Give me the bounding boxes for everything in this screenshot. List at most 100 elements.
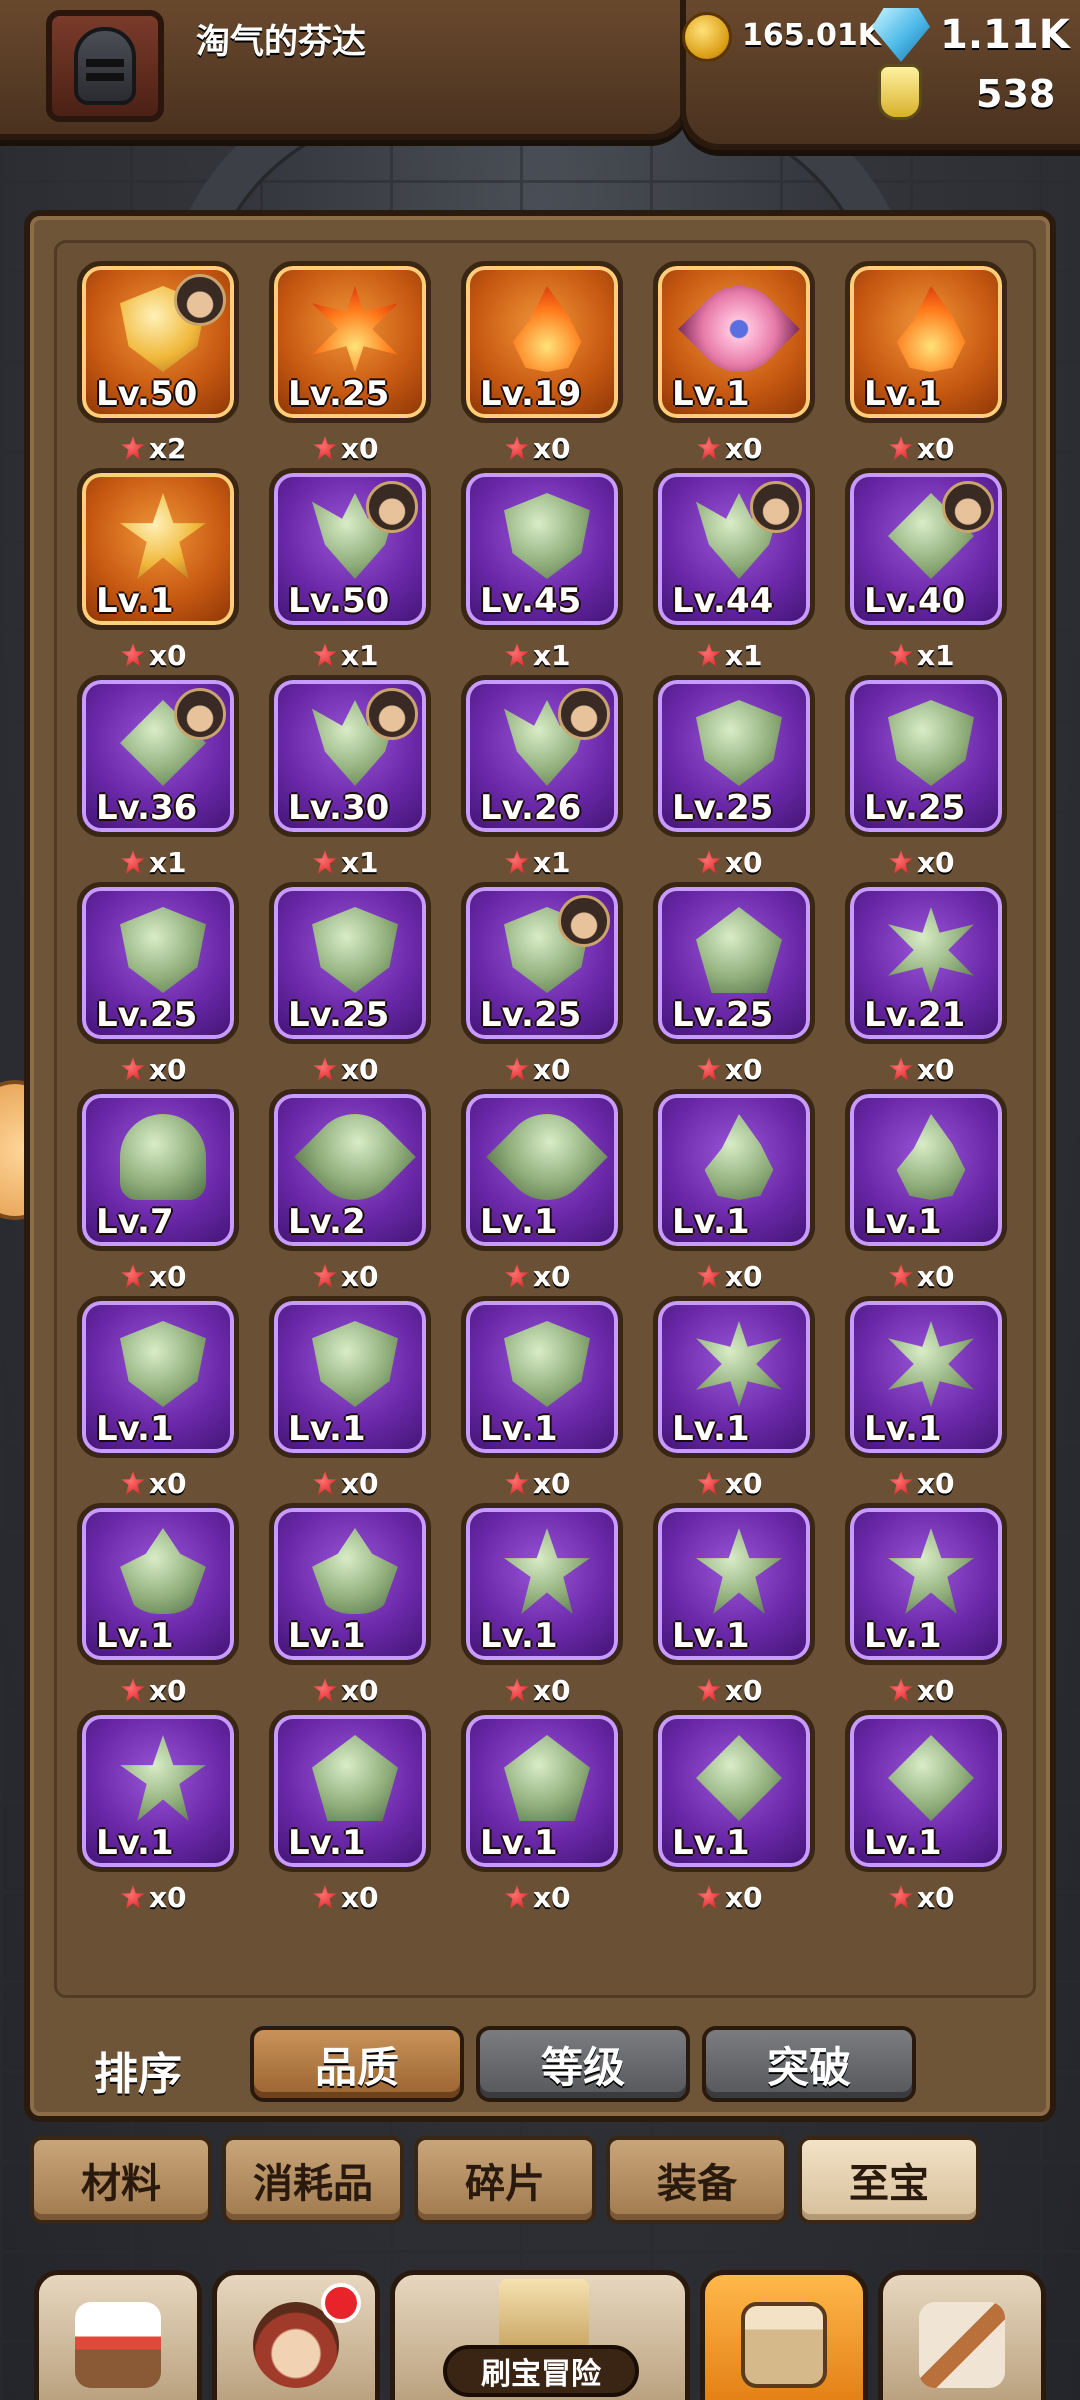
treasure-item[interactable]: Lv.1 x0: [461, 1089, 623, 1293]
treasure-tile[interactable]: Lv.25: [845, 675, 1007, 837]
knight-helmet-icon: [74, 27, 136, 105]
treasure-item[interactable]: Lv.40 x1: [845, 468, 1007, 672]
treasure-tile[interactable]: Lv.7: [77, 1089, 239, 1251]
treasure-tile[interactable]: Lv.1: [653, 1503, 815, 1665]
treasure-item[interactable]: Lv.1 x0: [77, 1503, 239, 1707]
treasure-tile[interactable]: Lv.36: [77, 675, 239, 837]
treasure-item[interactable]: Lv.25 x0: [845, 675, 1007, 879]
treasure-item[interactable]: Lv.1 x0: [653, 1296, 815, 1500]
treasure-tile[interactable]: Lv.2: [269, 1089, 431, 1251]
treasure-tile[interactable]: Lv.1: [461, 1503, 623, 1665]
treasure-item[interactable]: Lv.1 x0: [845, 261, 1007, 465]
treasure-tile[interactable]: Lv.1: [77, 1296, 239, 1458]
treasure-tile[interactable]: Lv.1: [269, 1296, 431, 1458]
tab-equipment[interactable]: 装备: [606, 2136, 788, 2224]
treasure-tile[interactable]: Lv.1: [845, 1296, 1007, 1458]
treasure-tile[interactable]: Lv.30: [269, 675, 431, 837]
treasure-tile[interactable]: Lv.19: [461, 261, 623, 423]
red-star-icon: [889, 436, 913, 460]
treasure-tile[interactable]: Lv.1: [653, 1089, 815, 1251]
treasure-tile[interactable]: Lv.1: [653, 1710, 815, 1872]
treasure-item[interactable]: Lv.7 x0: [77, 1089, 239, 1293]
treasure-item[interactable]: Lv.30 x1: [269, 675, 431, 879]
nav-hero[interactable]: [212, 2270, 380, 2400]
treasure-tile[interactable]: Lv.40: [845, 468, 1007, 630]
item-level: Lv.7: [96, 1202, 174, 1242]
treasure-tile[interactable]: Lv.1: [461, 1710, 623, 1872]
treasure-grid-frame[interactable]: Lv.50 x2 Lv.25 x0 Lv.19 x0 Lv.1 x0 Lv.1 x0 Lv.1 x0 L…: [54, 240, 1036, 1998]
treasure-item[interactable]: Lv.2 x0: [269, 1089, 431, 1293]
treasure-item[interactable]: Lv.25 x0: [77, 882, 239, 1086]
treasure-item[interactable]: Lv.1 x0: [269, 1503, 431, 1707]
treasure-item[interactable]: Lv.26 x1: [461, 675, 623, 879]
treasure-item[interactable]: Lv.1 x0: [461, 1710, 623, 1914]
treasure-tile[interactable]: Lv.1: [77, 1710, 239, 1872]
tab-materials[interactable]: 材料: [30, 2136, 212, 2224]
treasure-item[interactable]: Lv.1 x0: [269, 1710, 431, 1914]
treasure-tile[interactable]: Lv.1: [845, 1710, 1007, 1872]
treasure-item[interactable]: Lv.1 x0: [845, 1503, 1007, 1707]
treasure-tile[interactable]: Lv.26: [461, 675, 623, 837]
treasure-item[interactable]: Lv.1 x0: [77, 468, 239, 672]
treasure-tile[interactable]: Lv.1: [461, 1089, 623, 1251]
treasure-item[interactable]: Lv.25 x0: [653, 675, 815, 879]
treasure-item[interactable]: Lv.50 x2: [77, 261, 239, 465]
treasure-tile[interactable]: Lv.1: [77, 468, 239, 630]
treasure-tile[interactable]: Lv.1: [653, 261, 815, 423]
treasure-item[interactable]: Lv.45 x1: [461, 468, 623, 672]
treasure-tile[interactable]: Lv.25: [653, 882, 815, 1044]
treasure-item[interactable]: Lv.25 x0: [269, 261, 431, 465]
treasure-item[interactable]: Lv.1 x0: [653, 1710, 815, 1914]
treasure-tile[interactable]: Lv.21: [845, 882, 1007, 1044]
treasure-item[interactable]: Lv.25 x0: [269, 882, 431, 1086]
treasure-tile[interactable]: Lv.1: [653, 1296, 815, 1458]
sort-quality-button[interactable]: 品质: [250, 2026, 464, 2102]
tab-treasures[interactable]: 至宝: [798, 2136, 980, 2224]
treasure-tile[interactable]: Lv.25: [653, 675, 815, 837]
treasure-item[interactable]: Lv.1 x0: [77, 1710, 239, 1914]
treasure-item[interactable]: Lv.36 x1: [77, 675, 239, 879]
nav-shop[interactable]: [34, 2270, 202, 2400]
treasure-item[interactable]: Lv.21 x0: [845, 882, 1007, 1086]
treasure-tile[interactable]: Lv.44: [653, 468, 815, 630]
treasure-tile[interactable]: Lv.50: [269, 468, 431, 630]
treasure-item[interactable]: Lv.25 x0: [653, 882, 815, 1086]
treasure-item[interactable]: Lv.1 x0: [653, 261, 815, 465]
treasure-item[interactable]: Lv.1 x0: [461, 1503, 623, 1707]
item-level: Lv.1: [96, 1409, 174, 1449]
treasure-tile[interactable]: Lv.1: [461, 1296, 623, 1458]
nav-backpack[interactable]: [700, 2270, 868, 2400]
treasure-item[interactable]: Lv.1 x0: [653, 1089, 815, 1293]
tab-fragments[interactable]: 碎片: [414, 2136, 596, 2224]
treasure-item[interactable]: Lv.19 x0: [461, 261, 623, 465]
treasure-tile[interactable]: Lv.25: [269, 882, 431, 1044]
player-avatar[interactable]: [46, 10, 164, 122]
treasure-tile[interactable]: Lv.1: [845, 1503, 1007, 1665]
treasure-tile[interactable]: Lv.1: [845, 261, 1007, 423]
treasure-item[interactable]: Lv.1 x0: [845, 1710, 1007, 1914]
nav-treasure-adventure[interactable]: 刷宝冒险: [390, 2270, 690, 2400]
treasure-item[interactable]: Lv.1 x0: [653, 1503, 815, 1707]
gem-amount: 1.11K: [940, 12, 1070, 58]
tab-consumables[interactable]: 消耗品: [222, 2136, 404, 2224]
treasure-item[interactable]: Lv.1 x0: [269, 1296, 431, 1500]
nav-forge[interactable]: [878, 2270, 1046, 2400]
sort-breakthrough-button[interactable]: 突破: [702, 2026, 916, 2102]
sort-level-button[interactable]: 等级: [476, 2026, 690, 2102]
treasure-tile[interactable]: Lv.25: [77, 882, 239, 1044]
treasure-tile[interactable]: Lv.25: [461, 882, 623, 1044]
treasure-item[interactable]: Lv.1 x0: [845, 1296, 1007, 1500]
treasure-item[interactable]: Lv.50 x1: [269, 468, 431, 672]
treasure-item[interactable]: Lv.44 x1: [653, 468, 815, 672]
treasure-item[interactable]: Lv.25 x0: [461, 882, 623, 1086]
treasure-item[interactable]: Lv.1 x0: [845, 1089, 1007, 1293]
treasure-tile[interactable]: Lv.25: [269, 261, 431, 423]
treasure-tile[interactable]: Lv.1: [269, 1710, 431, 1872]
treasure-tile[interactable]: Lv.1: [845, 1089, 1007, 1251]
treasure-item[interactable]: Lv.1 x0: [77, 1296, 239, 1500]
treasure-tile[interactable]: Lv.1: [269, 1503, 431, 1665]
treasure-tile[interactable]: Lv.45: [461, 468, 623, 630]
treasure-item[interactable]: Lv.1 x0: [461, 1296, 623, 1500]
treasure-tile[interactable]: Lv.1: [77, 1503, 239, 1665]
treasure-tile[interactable]: Lv.50: [77, 261, 239, 423]
